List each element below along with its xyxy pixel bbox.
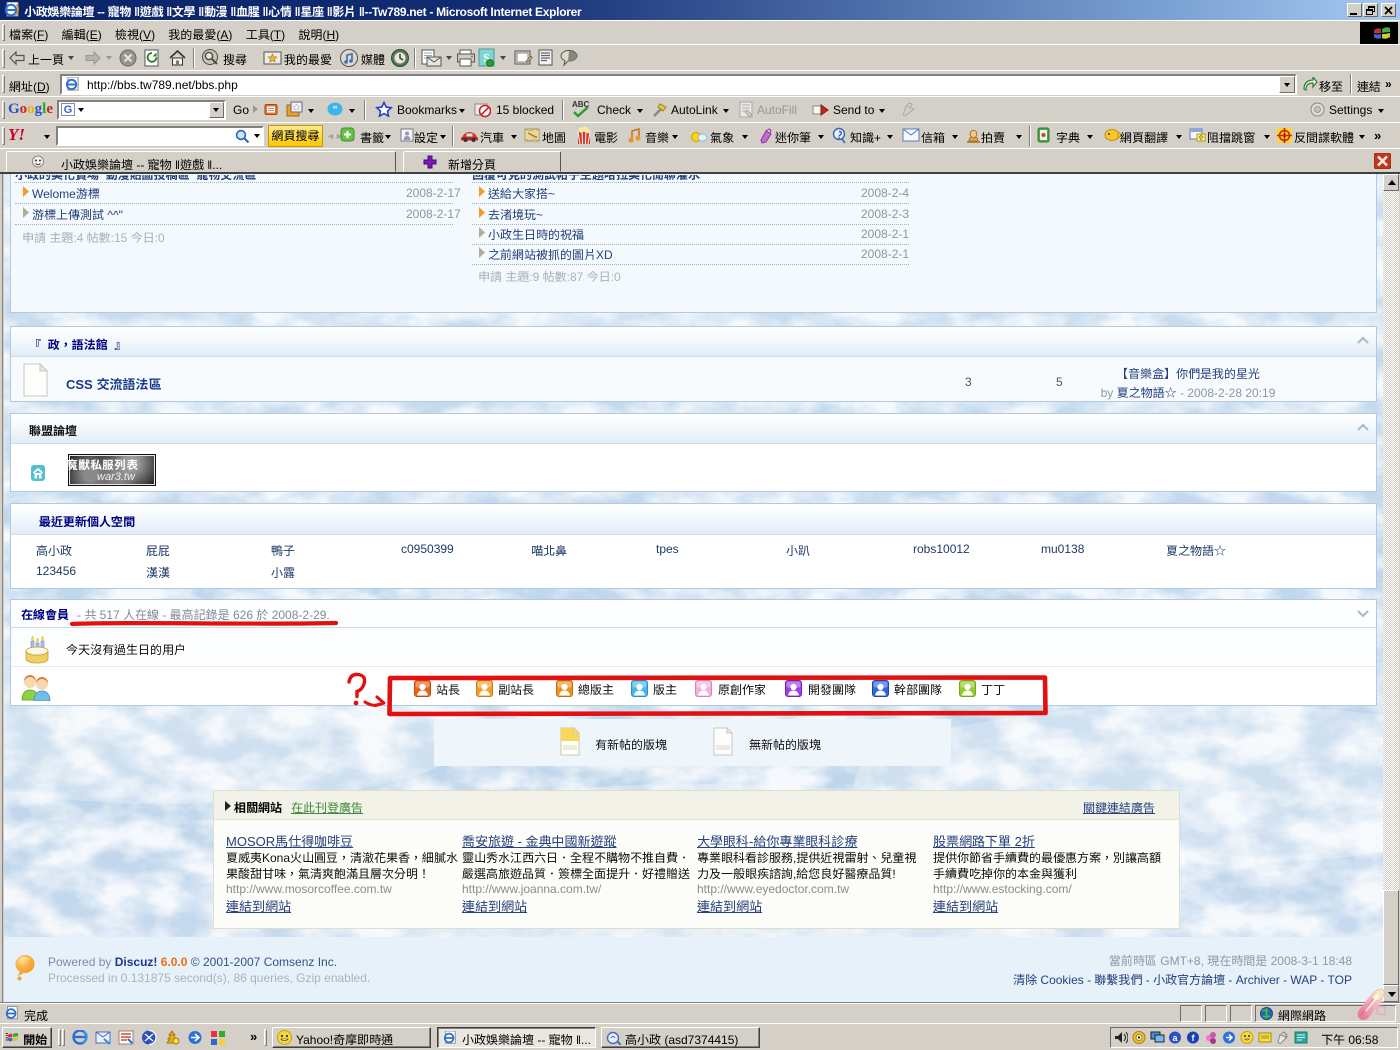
svg-text:”: ” — [333, 105, 338, 116]
